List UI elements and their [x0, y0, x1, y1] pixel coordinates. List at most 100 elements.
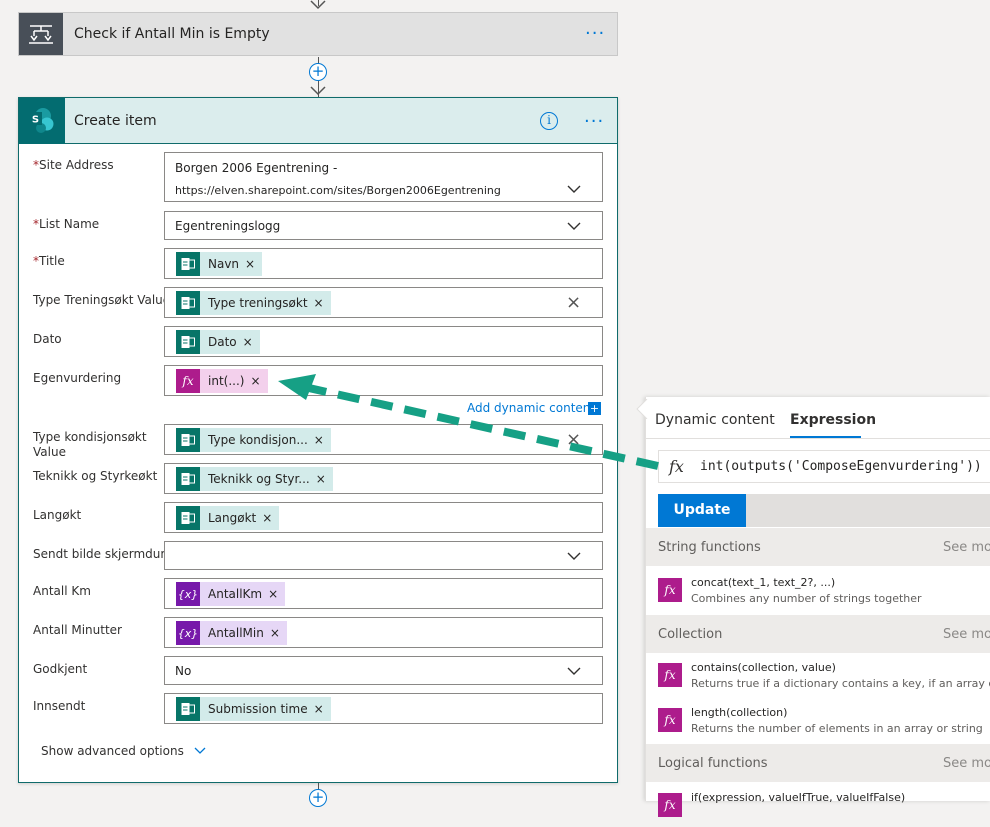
add-step-icon[interactable]: +	[309, 63, 327, 81]
function-desc: Returns the number of elements in an arr…	[691, 722, 983, 735]
token-label: int(...)	[208, 374, 245, 388]
see-more-link[interactable]: See more	[943, 540, 990, 555]
show-advanced-label: Show advanced options	[41, 744, 184, 758]
update-button[interactable]: Update	[658, 494, 746, 527]
token-antallmin[interactable]: {x} AntallMin ×	[176, 621, 287, 645]
variable-icon: {x}	[176, 582, 200, 606]
token-remove-icon[interactable]: ×	[314, 296, 324, 310]
list-name-dropdown[interactable]: Egentreningslogg	[164, 211, 603, 240]
token-teknikk[interactable]: Teknikk og Styr... ×	[176, 467, 333, 491]
type-kondisjonsokt-field[interactable]: Type kondisjon... × ×	[164, 424, 603, 455]
site-address-label: *Site Address	[33, 158, 114, 172]
godkjent-label: Godkjent	[33, 662, 88, 676]
chevron-down-icon[interactable]	[567, 222, 581, 231]
tab-dynamic-content[interactable]: Dynamic content	[655, 412, 775, 428]
condition-icon	[19, 13, 63, 55]
function-desc: Returns true if a dictionary contains a …	[691, 677, 990, 690]
token-remove-icon[interactable]: ×	[262, 511, 272, 525]
godkjent-dropdown[interactable]: No	[164, 656, 603, 685]
token-dato[interactable]: Dato ×	[176, 330, 260, 354]
function-desc: Combines any number of strings together	[691, 592, 922, 605]
add-dynamic-content-link[interactable]: Add dynamic content	[467, 401, 595, 415]
token-remove-icon[interactable]: ×	[243, 335, 253, 349]
innsendt-field[interactable]: Submission time ×	[164, 693, 603, 724]
langokt-field[interactable]: Langøkt ×	[164, 502, 603, 533]
token-type-kondisjon[interactable]: Type kondisjon... ×	[176, 428, 331, 452]
innsendt-label: Innsendt	[33, 699, 86, 713]
site-address-dropdown[interactable]: Borgen 2006 Egentrening - https://elven.…	[164, 152, 603, 202]
function-if[interactable]: fx if(expression, valueIfTrue, valueIfFa…	[658, 789, 990, 827]
clear-icon[interactable]: ×	[566, 294, 581, 312]
list-name-value: Egentreningslogg	[175, 219, 281, 233]
token-antallkm[interactable]: {x} AntallKm ×	[176, 582, 286, 606]
title-label: *Title	[33, 254, 65, 268]
flow-arrow-icon	[310, 86, 326, 96]
sharepoint-forms-icon	[176, 428, 200, 452]
show-advanced-options[interactable]: Show advanced options	[41, 744, 206, 758]
egenvurdering-field[interactable]: fx int(...) ×	[164, 365, 603, 396]
section-title: String functions	[658, 540, 761, 555]
create-item-card: S Create item i ··· *Site Address Borgen…	[18, 97, 618, 783]
expression-icon: fx	[669, 457, 684, 476]
tab-expression[interactable]: Expression	[790, 412, 876, 428]
dato-field[interactable]: Dato ×	[164, 326, 603, 357]
list-name-label: *List Name	[33, 217, 100, 231]
token-type-treningsokt[interactable]: Type treningsøkt ×	[176, 291, 331, 315]
site-address-value-line2: https://elven.sharepoint.com/sites/Borge…	[175, 184, 501, 197]
token-remove-icon[interactable]: ×	[270, 626, 280, 640]
type-treningsokt-field[interactable]: Type treningsøkt × ×	[164, 287, 603, 318]
condition-more-button[interactable]: ···	[585, 25, 605, 43]
create-item-header[interactable]: S Create item i ···	[19, 98, 617, 144]
dato-label: Dato	[33, 332, 62, 346]
create-item-more-button[interactable]: ···	[584, 113, 604, 131]
token-label: Type treningsøkt	[208, 296, 308, 310]
antall-minutter-field[interactable]: {x} AntallMin ×	[164, 617, 603, 648]
token-int-expression[interactable]: fx int(...) ×	[176, 369, 268, 393]
token-remove-icon[interactable]: ×	[316, 472, 326, 486]
expression-input[interactable]: fx int(outputs('ComposeEgenvurdering'))	[658, 450, 990, 483]
token-remove-icon[interactable]: ×	[250, 374, 260, 388]
title-field[interactable]: Navn ×	[164, 248, 603, 279]
chevron-down-icon[interactable]	[567, 185, 581, 194]
sharepoint-forms-icon	[176, 330, 200, 354]
add-step-icon[interactable]: +	[309, 789, 327, 807]
token-submission-time[interactable]: Submission time ×	[176, 697, 331, 721]
antall-km-field[interactable]: {x} AntallKm ×	[164, 578, 603, 609]
sharepoint-forms-icon	[176, 467, 200, 491]
token-label: Submission time	[208, 702, 308, 716]
expression-icon: fx	[176, 369, 200, 393]
function-contains[interactable]: fx contains(collection, value) Returns t…	[658, 659, 990, 697]
antall-km-label: Antall Km	[33, 584, 91, 598]
chevron-down-icon[interactable]	[567, 667, 581, 676]
expression-icon: fx	[658, 663, 682, 687]
function-name: length(collection)	[691, 706, 788, 719]
sharepoint-forms-icon	[176, 506, 200, 530]
update-row-bg	[746, 494, 990, 527]
chevron-down-icon[interactable]	[567, 552, 581, 561]
function-length[interactable]: fx length(collection) Returns the number…	[658, 704, 990, 742]
add-dynamic-content-icon[interactable]: +	[588, 402, 601, 415]
section-logical-functions: Logical functions See more	[646, 744, 990, 782]
token-label: AntallKm	[208, 587, 263, 601]
token-label: Teknikk og Styr...	[208, 472, 310, 486]
see-more-link[interactable]: See more	[943, 627, 990, 642]
sendt-bilde-dropdown[interactable]	[164, 541, 603, 570]
expression-icon: fx	[658, 793, 682, 817]
godkjent-value: No	[175, 664, 192, 678]
info-icon[interactable]: i	[540, 112, 558, 130]
token-remove-icon[interactable]: ×	[245, 257, 255, 271]
token-langokt[interactable]: Langøkt ×	[176, 506, 280, 530]
condition-card[interactable]: Check if Antall Min is Empty ···	[18, 12, 618, 56]
egenvurdering-label: Egenvurdering	[33, 371, 122, 385]
function-concat[interactable]: fx concat(text_1, text_2?, ...) Combines…	[658, 574, 990, 612]
teknikk-field[interactable]: Teknikk og Styr... ×	[164, 463, 603, 494]
token-remove-icon[interactable]: ×	[268, 587, 278, 601]
expression-text: int(outputs('ComposeEgenvurdering'))	[700, 459, 982, 474]
see-more-link[interactable]: See more	[943, 756, 990, 771]
token-remove-icon[interactable]: ×	[314, 433, 324, 447]
token-navn[interactable]: Navn ×	[176, 252, 263, 276]
clear-icon[interactable]: ×	[566, 431, 581, 449]
token-remove-icon[interactable]: ×	[314, 702, 324, 716]
type-treningsokt-label: Type Treningsøkt Value	[33, 293, 171, 307]
section-string-functions: String functions See more	[646, 528, 990, 566]
